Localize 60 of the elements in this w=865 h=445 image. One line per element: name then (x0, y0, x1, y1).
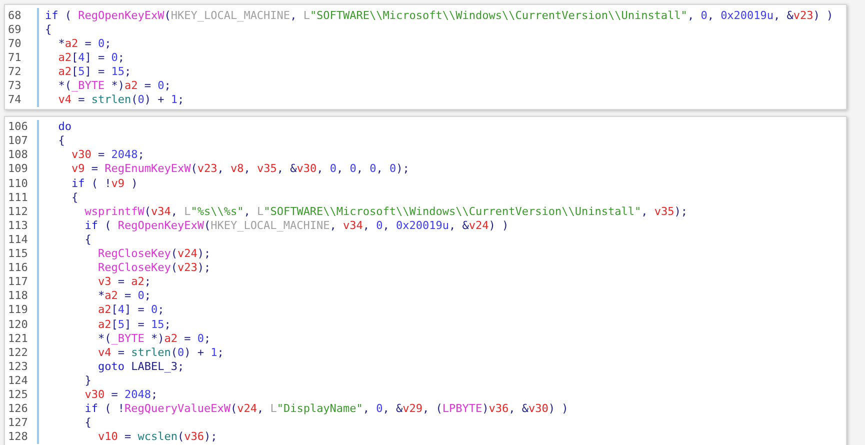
line-number: 111 (5, 190, 39, 204)
code-line: a2[4] = 0; (96, 303, 164, 316)
code-line: v30 = 2048; (84, 388, 158, 401)
line-number: 123 (5, 359, 39, 374)
code-line: RegCloseKey(v23); (96, 261, 211, 274)
line-number: 106 (5, 120, 39, 134)
line-number: 117 (5, 274, 39, 289)
code-line: goto LABEL_3; (96, 360, 184, 373)
code-line: *a2 = 0; (57, 36, 112, 50)
code-line: { (44, 22, 52, 36)
code-line: *(_BYTE *)a2 = 0; (57, 79, 171, 92)
line-number: 74 (5, 92, 39, 107)
line-number: 108 (5, 148, 39, 162)
line-number: 125 (5, 387, 39, 402)
code-line: { (57, 134, 65, 148)
line-number: 113 (5, 218, 39, 232)
code-line: do (57, 120, 72, 134)
line-number: 73 (5, 78, 39, 93)
line-number: 71 (5, 50, 39, 64)
line-number: 112 (5, 204, 39, 218)
code-line: v30 = 2048; (70, 148, 144, 162)
code-line: if ( !RegQueryValueExW(v24, L"DisplayName", 0, &v29, (LPBYTE)v36, &v30) ) (84, 402, 568, 416)
code-line: v4 = strlen(0) + 1; (96, 346, 224, 359)
line-number: 114 (5, 232, 39, 246)
code-line: } (84, 374, 92, 387)
line-number: 121 (5, 331, 39, 346)
line-number: 127 (5, 416, 39, 430)
line-number: 116 (5, 260, 39, 275)
code-line: *a2 = 0; (96, 289, 151, 302)
code-line: a2[5] = 15; (57, 64, 132, 78)
code-line: { (84, 232, 92, 246)
code-line: wsprintfW(v34, L"%s\\%s", L"SOFTWARE\\Microsoft\\Windows\\CurrentVersion\\Uninstall", v35); (84, 204, 688, 218)
line-number: 109 (5, 162, 39, 176)
line-number: 115 (5, 246, 39, 261)
code-line: *(_BYTE *)a2 = 0; (96, 332, 211, 345)
line-number: 68 (5, 8, 39, 22)
line-number: 122 (5, 345, 39, 360)
code-line: v4 = strlen(0) + 1; (57, 93, 184, 106)
code-line: if ( !v9 ) (70, 176, 138, 190)
line-number: 110 (5, 176, 39, 190)
line-number: 124 (5, 373, 39, 388)
line-number: 118 (5, 288, 39, 303)
line-number: 72 (5, 64, 39, 78)
code-line: { (84, 416, 92, 430)
line-number: 70 (5, 36, 39, 50)
line-number: 69 (5, 22, 39, 36)
code-line: v10 = wcslen(v36); (96, 430, 218, 444)
line-number: 126 (5, 402, 39, 416)
line-number: 119 (5, 302, 39, 317)
line-number: 128 (5, 430, 39, 444)
code-line: a2[5] = 15; (96, 318, 171, 331)
code-line: v3 = a2; (96, 275, 151, 288)
code-line: RegCloseKey(v24); (96, 247, 211, 260)
code-line: if ( RegOpenKeyExW(HKEY_LOCAL_MACHINE, v34, 0, 0x20019u, &v24) ) (84, 218, 509, 232)
code-line: { (70, 190, 78, 204)
code-line: v9 = RegEnumKeyExW(v23, v8, v35, &v30, 0, 0, 0, 0); (70, 162, 410, 176)
code-line: if ( RegOpenKeyExW(HKEY_LOCAL_MACHINE, L"SOFTWARE\\Microsoft\\Windows\\CurrentVersion\\Uninstall", 0, 0x20019u, &v23) ) (44, 8, 834, 22)
line-number: 120 (5, 316, 39, 332)
code-line: a2[4] = 0; (57, 50, 124, 64)
line-number: 107 (5, 134, 39, 148)
